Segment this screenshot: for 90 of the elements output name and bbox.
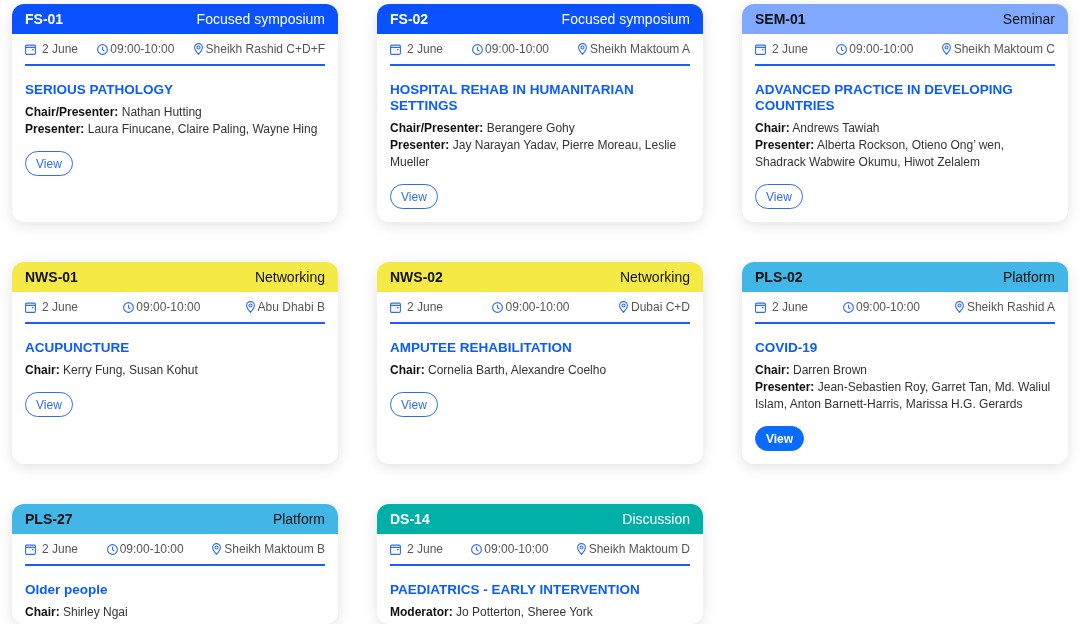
session-code: SEM-01 [755,9,806,29]
date-text: 2 June [42,299,79,315]
location-pin-icon [954,301,964,313]
location-pin-icon [618,301,628,313]
session-type: Focused symposium [196,9,325,29]
clock-icon [106,543,118,555]
session-type: Focused symposium [561,9,690,29]
session-type: Discussion [622,509,690,529]
clock-icon [471,543,483,555]
session-title: ACUPUNCTURE [25,340,131,356]
clock-icon [492,301,504,313]
session-title: COVID-19 [755,340,819,356]
clock-icon [97,43,109,55]
session-title: HOSPITAL REHAB IN HUMANITARIAN SETTINGS [390,82,635,114]
view-button[interactable]: View [755,184,803,209]
location-text: Sheikh Maktoum D [588,541,690,557]
session-code: FS-01 [25,9,64,29]
time-text: 09:00-10:00 [119,541,184,557]
view-button[interactable]: View [755,426,805,451]
location-text: Sheikh Maktoum C [953,41,1055,57]
location-pin-icon [941,43,951,55]
clock-icon [842,301,854,313]
calendar-icon [755,43,766,55]
time-text: 09:00-10:00 [855,299,920,315]
location-text: Dubai C+D [630,299,690,315]
location-text: Sheikh Maktoum B [224,541,325,557]
date-text: 2 June [42,541,79,557]
speakers-text: Chair: Cornelia Barth, Alexandre Coelho [390,362,608,379]
speakers-text: Presenter: Jay Narayan Yadav, Pierre Moreau, Leslie Mueller [390,137,678,171]
date-text: 2 June [42,41,79,57]
view-button[interactable]: View [25,392,73,417]
clock-icon [123,301,135,313]
date-text: 2 June [407,541,444,557]
session-title: ADVANCED PRACTICE IN DEVELOPING COUNTRIES [755,82,1014,114]
clock-icon [471,43,483,55]
session-title: AMPUTEE REHABILITATION [390,340,573,356]
date-text: 2 June [407,41,444,57]
speakers-text: Chair: Andrews Tawiah [755,120,881,137]
calendar-icon [25,543,36,555]
location-text: Sheikh Rashid C+D+F [205,41,325,57]
session-type: Networking [619,267,690,287]
time-text: 09:00-10:00 [484,541,549,557]
speakers-text: Presenter: Laura Finucane, Claire Paling, Wayne Hing [25,121,319,138]
speakers-text: Chair: Kerry Fung, Susan Kohut [25,362,199,379]
location-pin-icon [576,543,586,555]
session-code: DS-14 [390,509,430,529]
calendar-icon [390,43,401,55]
speakers-text: Presenter: Jean-Sebastien Roy, Garret Tan, Md. Waliul Islam, Anton Barnett-Harris, Marissa H.G. Gerards [755,379,1052,413]
speakers-text: Chair/Presenter: Nathan Hutting [25,104,203,121]
time-text: 09:00-10:00 [505,299,570,315]
calendar-icon [25,301,36,313]
session-code: PLS-27 [25,509,73,529]
calendar-icon [390,301,401,313]
session-type: Networking [254,267,325,287]
date-text: 2 June [407,299,444,315]
location-pin-icon [193,43,203,55]
session-title: SERIOUS PATHOLOGY [25,82,174,98]
speakers-text: Presenter: Alberta Rockson, Otieno Ong’ wen, Shadrack Wabwire Okumu, Hiwot Zelalem [755,137,1006,171]
speakers-text: Chair/Presenter: Berangere Gohy [390,120,576,137]
time-text: 09:00-10:00 [110,41,175,57]
calendar-icon [390,543,401,555]
time-text: 09:00-10:00 [136,299,201,315]
session-type: Platform [272,509,325,529]
session-title: PAEDIATRICS - EARLY INTERVENTION [390,582,641,598]
calendar-icon [25,43,36,55]
location-text: Sheikh Rashid A [966,299,1055,315]
session-code: FS-02 [390,9,429,29]
location-pin-icon [577,43,587,55]
calendar-icon [755,301,766,313]
view-button[interactable]: View [25,151,73,176]
speakers-text: Chair: Shirley Ngai [25,604,129,621]
location-pin-icon [245,301,255,313]
session-title: Older people [25,582,109,598]
location-text: Sheikh Maktoum A [589,41,690,57]
session-type: Platform [1002,267,1055,287]
speakers-text: Moderator: Jo Potterton, Sheree York [390,604,594,621]
clock-icon [836,43,848,55]
view-button[interactable]: View [390,184,438,209]
session-type: Seminar [1002,9,1055,29]
time-text: 09:00-10:00 [849,41,914,57]
location-pin-icon [212,543,222,555]
date-text: 2 June [772,41,809,57]
speakers-text: Chair: Darren Brown [755,362,869,379]
session-code: PLS-02 [755,267,803,287]
view-button[interactable]: View [390,392,438,417]
date-text: 2 June [772,299,809,315]
session-code: NWS-02 [390,267,443,287]
session-code: NWS-01 [25,267,78,287]
time-text: 09:00-10:00 [484,41,549,57]
location-text: Abu Dhabi B [257,299,325,315]
